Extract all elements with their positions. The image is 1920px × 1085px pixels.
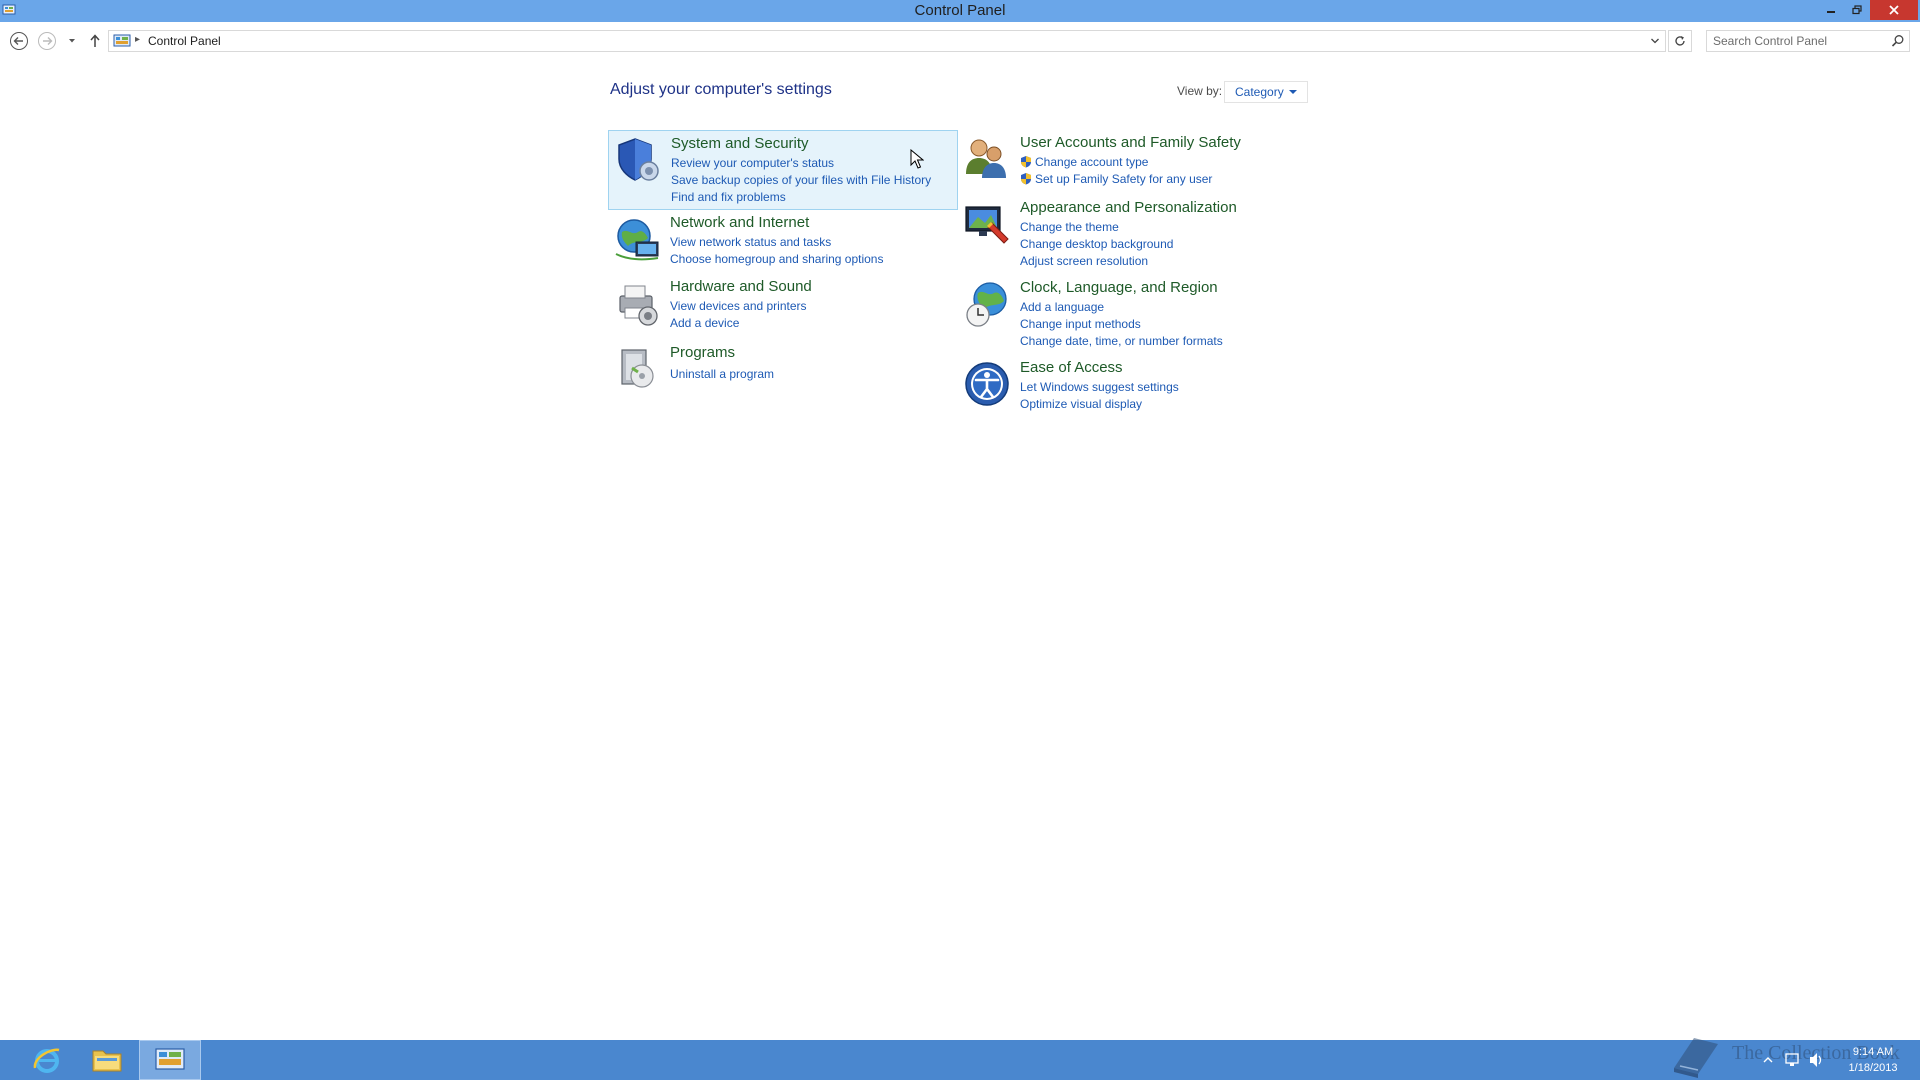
link-change-desktop-background[interactable]: Change desktop background [1020, 236, 1173, 253]
refresh-button[interactable] [1668, 30, 1692, 52]
network-icon [1785, 1053, 1799, 1066]
taskbar-internet-explorer[interactable] [16, 1040, 78, 1080]
category-title[interactable]: Clock, Language, and Region [1020, 279, 1218, 296]
link-review-computer-status[interactable]: Review your computer's status [671, 155, 931, 172]
programs-icon [621, 349, 654, 388]
category-clock-language-and-region[interactable]: Clock, Language, and Region Add a langua… [958, 275, 1308, 355]
chevron-down-icon [1651, 38, 1659, 44]
category-ease-of-access[interactable]: Ease of Access Let Windows suggest setti… [958, 355, 1308, 417]
show-hidden-icons-button[interactable] [1762, 1040, 1774, 1080]
tray-network[interactable] [1784, 1040, 1800, 1080]
link-uninstall-a-program[interactable]: Uninstall a program [670, 366, 774, 383]
link-adjust-screen-resolution[interactable]: Adjust screen resolution [1020, 253, 1173, 270]
tray-volume[interactable] [1808, 1040, 1824, 1080]
search-icon[interactable] [1891, 34, 1905, 48]
folder-icon [92, 1050, 122, 1072]
system-clock[interactable]: 9:14 AM 1/18/2013 [1838, 1044, 1908, 1076]
breadcrumb-separator-icon[interactable]: ▸ [135, 34, 140, 45]
search-box[interactable] [1706, 30, 1910, 52]
category-appearance-and-personalization[interactable]: Appearance and Personalization Change th… [958, 195, 1308, 275]
category-system-and-security[interactable]: System and Security Review your computer… [608, 130, 958, 210]
users-icon [966, 139, 1006, 178]
category-programs[interactable]: Programs Uninstall a program [608, 340, 958, 390]
taskbar-control-panel[interactable] [139, 1040, 201, 1080]
category-title[interactable]: Network and Internet [670, 214, 809, 231]
clock-date: 1/18/2013 [1848, 1062, 1898, 1074]
search-input[interactable] [1707, 31, 1877, 51]
forward-arrow-icon [38, 32, 56, 50]
up-arrow-icon [90, 34, 100, 47]
chevron-down-icon [69, 39, 75, 43]
minimize-button[interactable] [1818, 0, 1844, 20]
link-find-and-fix-problems[interactable]: Find and fix problems [671, 189, 931, 206]
dropdown-arrow-icon [1288, 90, 1297, 94]
clock-time: 9:14 AM [1852, 1046, 1894, 1058]
category-title[interactable]: Programs [670, 344, 735, 361]
forward-button[interactable] [36, 30, 58, 52]
category-title[interactable]: Appearance and Personalization [1020, 199, 1237, 216]
control-panel-icon [155, 1048, 185, 1070]
recent-locations-dropdown[interactable] [62, 30, 82, 52]
restore-icon [1852, 5, 1862, 15]
view-by-label: View by: [1177, 84, 1223, 98]
restore-button[interactable] [1844, 0, 1870, 20]
up-button[interactable] [84, 30, 106, 52]
link-homegroup-sharing[interactable]: Choose homegroup and sharing options [670, 251, 883, 268]
chevron-up-icon [1763, 1057, 1773, 1063]
view-by-dropdown[interactable]: Category [1224, 81, 1308, 103]
control-panel-icon [113, 34, 131, 47]
back-arrow-icon [10, 32, 28, 50]
link-text: Set up Family Safety for any user [1035, 172, 1213, 186]
link-add-a-language[interactable]: Add a language [1020, 299, 1223, 316]
navigation-bar: ▸ Control Panel [0, 26, 1920, 56]
minimize-icon [1827, 11, 1835, 13]
link-change-the-theme[interactable]: Change the theme [1020, 219, 1173, 236]
title-bar: Control Panel [0, 0, 1920, 22]
address-bar[interactable]: ▸ Control Panel [108, 30, 1666, 52]
book-logo-icon [1674, 1038, 1718, 1078]
link-optimize-visual-display[interactable]: Optimize visual display [1020, 396, 1179, 413]
category-title[interactable]: User Accounts and Family Safety [1020, 134, 1241, 151]
link-add-a-device[interactable]: Add a device [670, 315, 807, 332]
mouse-cursor-icon [910, 149, 924, 169]
back-button[interactable] [8, 30, 30, 52]
refresh-icon [1675, 36, 1685, 46]
link-family-safety-setup[interactable]: Set up Family Safety for any user [1020, 171, 1212, 188]
close-button[interactable] [1870, 0, 1918, 20]
category-hardware-and-sound[interactable]: Hardware and Sound View devices and prin… [608, 274, 958, 336]
link-view-devices-and-printers[interactable]: View devices and printers [670, 298, 807, 315]
monitor-paint-icon [965, 206, 1009, 244]
link-text: Change account type [1035, 155, 1149, 169]
shield-icon [618, 138, 659, 181]
taskbar [0, 1040, 1920, 1080]
view-by-value: Category [1235, 85, 1284, 99]
globe-clock-icon [966, 282, 1007, 327]
link-let-windows-suggest-settings[interactable]: Let Windows suggest settings [1020, 379, 1179, 396]
taskbar-file-explorer[interactable] [76, 1040, 138, 1080]
category-network-and-internet[interactable]: Network and Internet View network status… [608, 210, 958, 272]
address-history-dropdown[interactable] [1649, 34, 1661, 52]
category-title[interactable]: Hardware and Sound [670, 278, 812, 295]
link-change-date-time-formats[interactable]: Change date, time, or number formats [1020, 333, 1223, 350]
link-change-input-methods[interactable]: Change input methods [1020, 316, 1223, 333]
speaker-icon [1810, 1053, 1822, 1067]
category-user-accounts-and-family-safety[interactable]: User Accounts and Family Safety Change a… [958, 130, 1308, 190]
internet-explorer-icon [33, 1048, 60, 1073]
close-icon [1889, 5, 1899, 15]
category-title[interactable]: Ease of Access [1020, 359, 1123, 376]
window-title: Control Panel [914, 2, 1006, 19]
link-change-account-type[interactable]: Change account type [1020, 154, 1212, 171]
category-title[interactable]: System and Security [671, 135, 809, 152]
breadcrumb-control-panel[interactable]: Control Panel [148, 34, 221, 48]
uac-shield-icon [1021, 156, 1031, 168]
ease-of-access-icon [965, 362, 1009, 406]
network-globe-icon [615, 219, 659, 261]
printer-icon [619, 285, 658, 326]
page-heading: Adjust your computer's settings [610, 81, 832, 98]
link-file-history-backup[interactable]: Save backup copies of your files with Fi… [671, 172, 931, 189]
uac-shield-icon [1021, 173, 1031, 185]
link-view-network-status[interactable]: View network status and tasks [670, 234, 883, 251]
